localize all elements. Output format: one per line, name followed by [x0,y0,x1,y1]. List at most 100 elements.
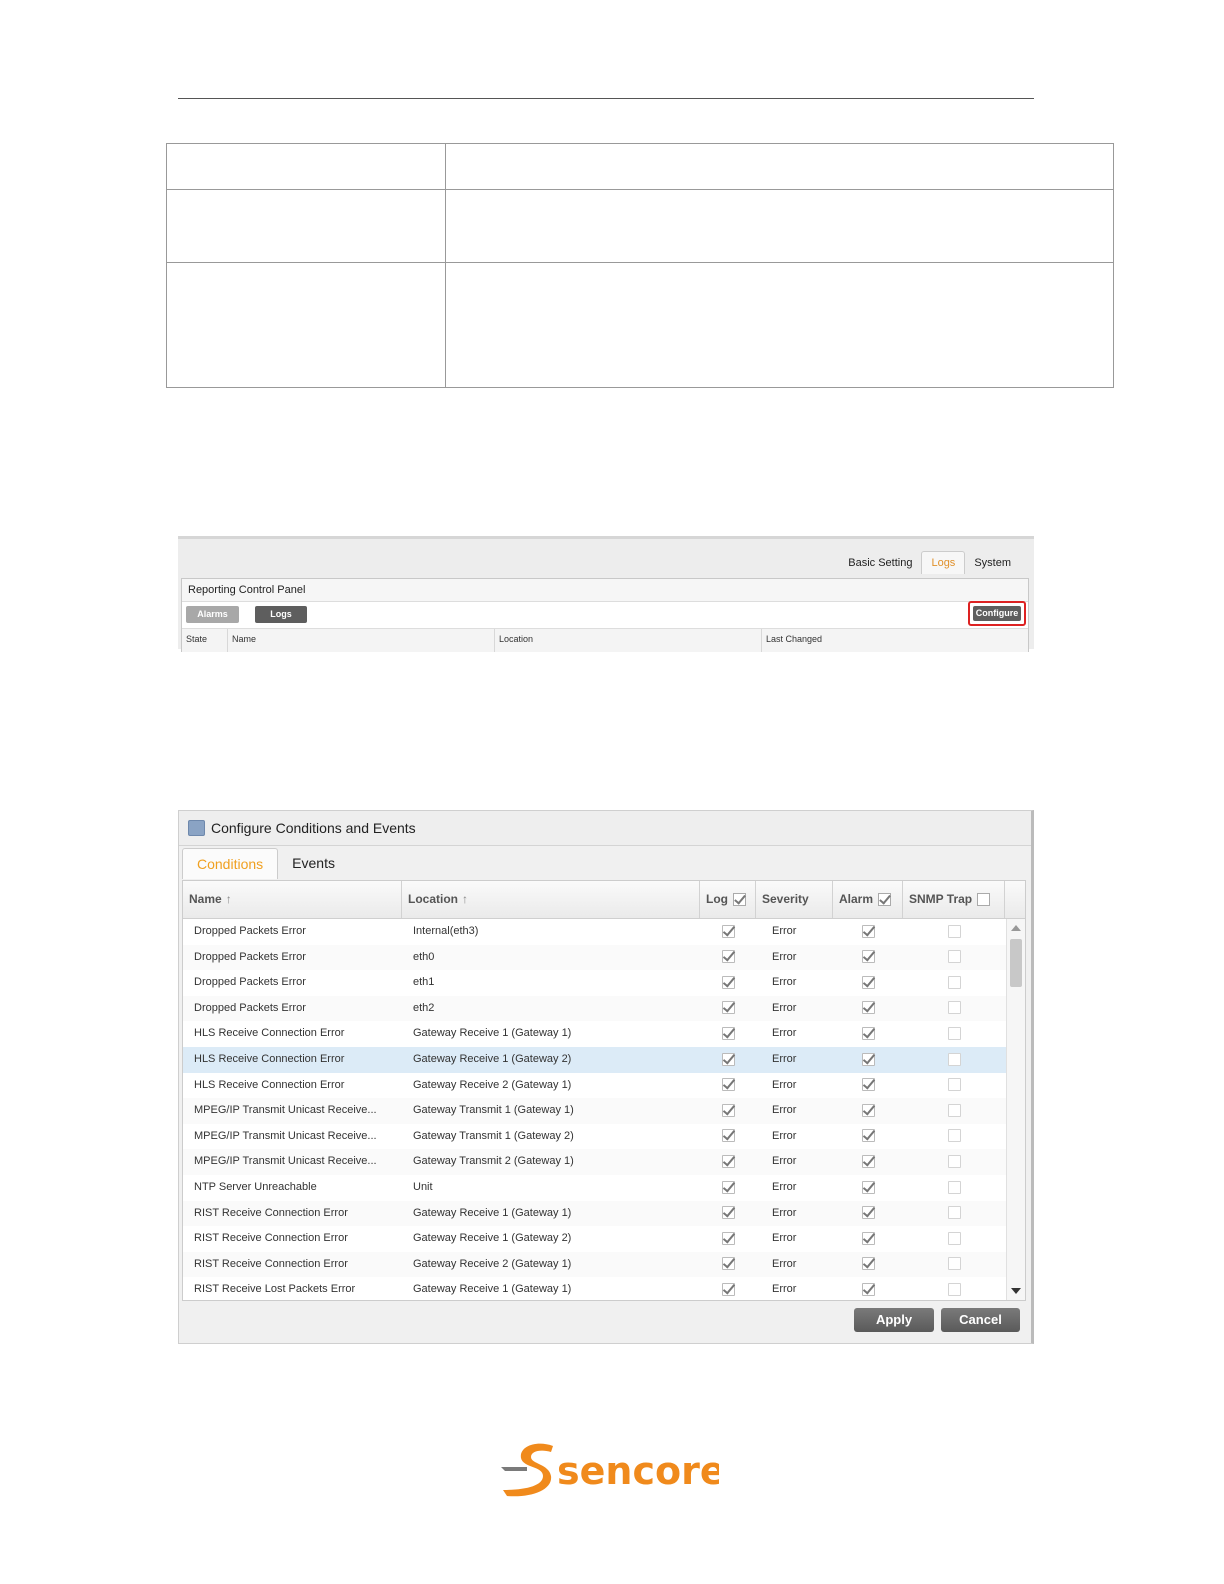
snmp-trap-checkbox[interactable] [947,975,961,989]
alarm-checkbox[interactable] [861,1052,875,1066]
table-row[interactable]: Dropped Packets Error Internal(eth3) Error [183,919,1025,945]
row-severity[interactable]: Error [756,919,833,945]
table-row[interactable]: Dropped Packets Error eth2 Error [183,995,1025,1022]
alarm-checkbox[interactable] [861,1078,875,1092]
cancel-button[interactable]: Cancel [941,1308,1020,1332]
column-severity[interactable]: Severity [756,881,833,918]
snmp-trap-checkbox[interactable] [947,1206,961,1220]
log-checkbox[interactable] [721,1180,735,1194]
table-row[interactable]: RIST Receive Connection Error Gateway Rec… [183,1251,1025,1278]
row-severity[interactable]: Error [756,996,833,1022]
alarm-checkbox[interactable] [861,950,875,964]
snmp-all-checkbox[interactable] [977,893,991,907]
alarm-checkbox[interactable] [861,1180,875,1194]
apply-button[interactable]: Apply [854,1308,934,1332]
log-checkbox[interactable] [721,1282,735,1296]
log-checkbox[interactable] [721,975,735,989]
alarm-checkbox[interactable] [861,1026,875,1040]
alarm-checkbox[interactable] [861,1257,875,1271]
snmp-trap-checkbox[interactable] [947,1231,961,1245]
scroll-thumb[interactable] [1010,939,1022,987]
alarm-checkbox[interactable] [861,1154,875,1168]
row-severity[interactable]: Error [756,1149,833,1175]
tab-conditions[interactable]: Conditions [182,848,279,879]
snmp-trap-checkbox[interactable] [947,1103,961,1117]
log-checkbox[interactable] [721,1052,735,1066]
snmp-trap-checkbox[interactable] [947,1154,961,1168]
table-row[interactable]: RIST Receive Connection Error Gateway Rec… [183,1226,1025,1252]
table-row[interactable]: HLS Receive Connection Error Gateway Rece… [183,1046,1025,1073]
scroll-down-icon[interactable] [1011,1288,1021,1294]
column-location[interactable]: Location [495,629,762,652]
snmp-trap-checkbox[interactable] [947,950,961,964]
tab-logs[interactable]: Logs [921,551,966,574]
table-row[interactable]: Dropped Packets Error eth0 Error [183,944,1025,971]
snmp-trap-checkbox[interactable] [947,1129,961,1143]
column-alarm[interactable]: Alarm [833,881,903,918]
row-severity[interactable]: Error [756,1226,833,1252]
table-row[interactable]: RIST Receive Lost Packets Error Gateway R… [183,1277,1025,1300]
log-checkbox[interactable] [721,1026,735,1040]
row-severity[interactable]: Error [756,970,833,996]
row-severity[interactable]: Error [756,1073,833,1099]
row-severity[interactable]: Error [756,1277,833,1300]
snmp-trap-checkbox[interactable] [947,1078,961,1092]
alarm-checkbox[interactable] [861,1103,875,1117]
table-row[interactable]: MPEG/IP Transmit Unicast Receive... Gatew… [183,1098,1025,1124]
column-name[interactable]: Name ↑ [183,881,402,918]
column-snmp-trap[interactable]: SNMP Trap [903,881,1005,918]
alarms-button[interactable]: Alarms [186,606,239,623]
table-row[interactable]: MPEG/IP Transmit Unicast Receive... Gatew… [183,1149,1025,1175]
row-severity[interactable]: Error [756,1252,833,1278]
column-log[interactable]: Log [700,881,756,918]
snmp-trap-checkbox[interactable] [947,1282,961,1296]
tab-system[interactable]: System [965,552,1020,574]
log-checkbox[interactable] [721,1129,735,1143]
alarm-checkbox[interactable] [861,924,875,938]
logs-button[interactable]: Logs [255,606,307,623]
row-severity[interactable]: Error [756,1021,833,1047]
snmp-trap-checkbox[interactable] [947,1001,961,1015]
row-severity[interactable]: Error [756,1124,833,1150]
snmp-trap-checkbox[interactable] [947,1052,961,1066]
scroll-up-icon[interactable] [1011,925,1021,931]
row-severity[interactable]: Error [756,1175,833,1201]
table-row[interactable]: HLS Receive Connection Error Gateway Rece… [183,1021,1025,1047]
row-severity[interactable]: Error [756,945,833,971]
log-checkbox[interactable] [721,950,735,964]
table-row[interactable]: Dropped Packets Error eth1 Error [183,970,1025,996]
log-checkbox[interactable] [721,1257,735,1271]
alarm-checkbox[interactable] [861,1231,875,1245]
table-row[interactable]: RIST Receive Connection Error Gateway Rec… [183,1200,1025,1227]
column-state[interactable]: State [182,629,228,652]
tab-basic-setting[interactable]: Basic Setting [839,552,921,574]
table-row[interactable]: NTP Server Unreachable Unit Error [183,1175,1025,1201]
snmp-trap-checkbox[interactable] [947,1026,961,1040]
log-checkbox[interactable] [721,1231,735,1245]
row-severity[interactable]: Error [756,1201,833,1227]
alarm-all-checkbox[interactable] [878,893,892,907]
column-name[interactable]: Name [228,629,495,652]
snmp-trap-checkbox[interactable] [947,1257,961,1271]
snmp-trap-checkbox[interactable] [947,1180,961,1194]
row-severity[interactable]: Error [756,1047,833,1073]
log-checkbox[interactable] [721,924,735,938]
log-checkbox[interactable] [721,1078,735,1092]
table-row[interactable]: MPEG/IP Transmit Unicast Receive... Gatew… [183,1124,1025,1150]
grid-scrollbar[interactable] [1006,919,1025,1300]
alarm-checkbox[interactable] [861,1129,875,1143]
alarm-checkbox[interactable] [861,975,875,989]
configure-button[interactable]: Configure [973,606,1021,621]
log-checkbox[interactable] [721,1206,735,1220]
alarm-checkbox[interactable] [861,1206,875,1220]
snmp-trap-checkbox[interactable] [947,924,961,938]
log-checkbox[interactable] [721,1103,735,1117]
alarm-checkbox[interactable] [861,1001,875,1015]
alarm-checkbox[interactable] [861,1282,875,1296]
log-all-checkbox[interactable] [733,893,746,907]
tab-events[interactable]: Events [278,848,349,878]
table-row[interactable]: HLS Receive Connection Error Gateway Rece… [183,1073,1025,1099]
column-location[interactable]: Location ↑ [402,881,700,918]
log-checkbox[interactable] [721,1001,735,1015]
column-last-changed[interactable]: Last Changed [762,629,1028,652]
